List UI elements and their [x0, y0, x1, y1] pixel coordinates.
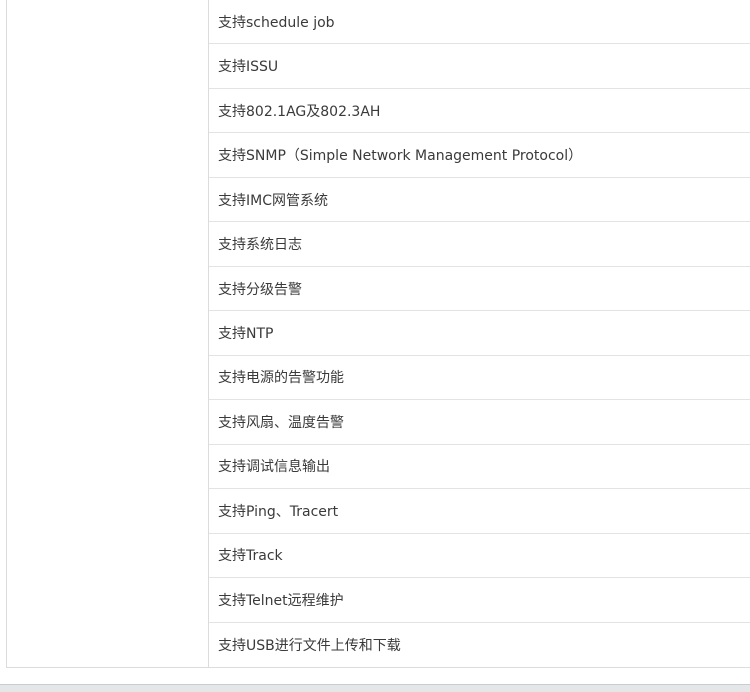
feature-row: 支持USB进行文件上传和下载: [218, 637, 401, 654]
feature-row: 支持NTP: [209, 311, 750, 356]
feature-row: 支持schedule job: [209, 0, 750, 45]
feature-row: 支持风扇、温度告警: [209, 400, 750, 445]
feature-row: 支持调试信息输出: [209, 445, 750, 490]
spec-table: 支持schedule job 支持ISSU 支持802.1AG及802.3AH …: [6, 0, 750, 668]
feature-row: 支持Ping、Tracert: [209, 489, 750, 534]
feature-row: 支持ISSU: [209, 44, 750, 89]
feature-row: 支持电源的告警功能: [209, 356, 750, 401]
category-cell: [7, 0, 209, 667]
feature-row: 支持802.1AG及802.3AH: [209, 89, 750, 134]
feature-row: 支持Track: [209, 534, 750, 579]
feature-list: 支持schedule job 支持ISSU 支持802.1AG及802.3AH …: [209, 0, 750, 667]
feature-row: 支持IMC网管系统: [209, 178, 750, 223]
feature-row: 支持SNMP（Simple Network Management Protoco…: [209, 133, 750, 178]
footer-bar: [0, 684, 750, 692]
feature-row: 支持分级告警: [209, 267, 750, 312]
feature-row: 支持系统日志: [209, 222, 750, 267]
feature-row: 支持Telnet远程维护: [209, 578, 750, 623]
